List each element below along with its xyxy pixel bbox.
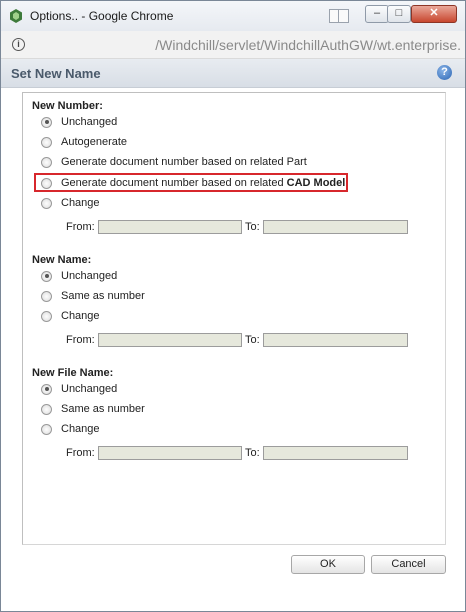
option-label: Same as number	[61, 290, 145, 302]
cancel-button[interactable]: Cancel	[371, 555, 446, 574]
window-title: Options.. - Google Chrome	[30, 9, 174, 23]
option-label: Unchanged	[61, 270, 118, 282]
option-label: Autogenerate	[61, 136, 128, 148]
ok-button[interactable]: OK	[291, 555, 365, 574]
number-option-autogenerate[interactable]: Autogenerate	[41, 135, 127, 149]
file-name-to-field[interactable]	[263, 446, 408, 460]
number-from-label: From:	[66, 221, 95, 233]
number-to-label: To:	[245, 221, 260, 233]
number-option-change[interactable]: Change	[41, 196, 100, 210]
option-label: Change	[61, 423, 100, 435]
maximize-button[interactable]: □	[387, 5, 411, 23]
name-from-label: From:	[66, 334, 95, 346]
minimize-button[interactable]: –	[365, 5, 389, 23]
browser-window: Options.. - Google Chrome – □ ✕ i /Windc…	[0, 0, 466, 612]
file-name-option-unchanged[interactable]: Unchanged	[41, 382, 117, 396]
tab-layout-icon[interactable]	[329, 9, 349, 23]
radio[interactable]	[41, 177, 52, 189]
radio-selected[interactable]	[41, 383, 52, 395]
file-name-from-field[interactable]	[98, 446, 242, 460]
radio[interactable]	[41, 197, 52, 209]
file-name-to-label: To:	[245, 447, 260, 459]
radio[interactable]	[41, 310, 52, 322]
option-label: Unchanged	[61, 383, 118, 395]
title-bar: Options.. - Google Chrome – □ ✕	[1, 1, 465, 31]
help-icon[interactable]: ?	[437, 65, 452, 80]
option-label: Generate document number based on relate…	[61, 156, 307, 168]
close-button[interactable]: ✕	[411, 5, 457, 23]
new-number-heading: New Number:	[32, 100, 103, 112]
radio-selected[interactable]	[41, 270, 52, 282]
radio[interactable]	[41, 136, 52, 148]
option-label: Generate document number based on relate…	[61, 177, 345, 189]
name-option-change[interactable]: Change	[41, 309, 100, 323]
option-label: Same as number	[61, 403, 145, 415]
name-from-field[interactable]	[98, 333, 242, 347]
address-bar: i /Windchill/servlet/WindchillAuthGW/wt.…	[1, 31, 465, 59]
file-name-option-same-as-number[interactable]: Same as number	[41, 402, 145, 416]
option-label-bold: CAD Model	[286, 177, 346, 189]
info-icon[interactable]: i	[12, 38, 25, 51]
dialog-header: Set New Name ?	[1, 59, 465, 88]
option-label: Change	[61, 310, 100, 322]
name-to-field[interactable]	[263, 333, 408, 347]
radio[interactable]	[41, 156, 52, 168]
windchill-app-icon	[10, 9, 22, 23]
name-option-unchanged[interactable]: Unchanged	[41, 269, 117, 283]
number-option-unchanged[interactable]: Unchanged	[41, 115, 117, 129]
option-label-text: Generate document number based on relate…	[61, 177, 284, 189]
file-name-option-change[interactable]: Change	[41, 422, 100, 436]
option-label: Change	[61, 197, 100, 209]
name-to-label: To:	[245, 334, 260, 346]
name-option-same-as-number[interactable]: Same as number	[41, 289, 145, 303]
dialog-title: Set New Name	[11, 66, 101, 81]
number-option-related-part[interactable]: Generate document number based on relate…	[41, 155, 307, 169]
radio[interactable]	[41, 403, 52, 415]
file-name-from-label: From:	[66, 447, 95, 459]
radio-selected[interactable]	[41, 116, 52, 128]
number-from-field[interactable]	[98, 220, 242, 234]
new-file-name-heading: New File Name:	[32, 367, 114, 379]
radio[interactable]	[41, 423, 52, 435]
number-to-field[interactable]	[263, 220, 408, 234]
url-text[interactable]: /Windchill/servlet/WindchillAuthGW/wt.en…	[155, 37, 461, 53]
number-option-related-cad-model[interactable]: Generate document number based on relate…	[41, 176, 345, 190]
option-label: Unchanged	[61, 116, 118, 128]
new-name-heading: New Name:	[32, 254, 92, 266]
radio[interactable]	[41, 290, 52, 302]
